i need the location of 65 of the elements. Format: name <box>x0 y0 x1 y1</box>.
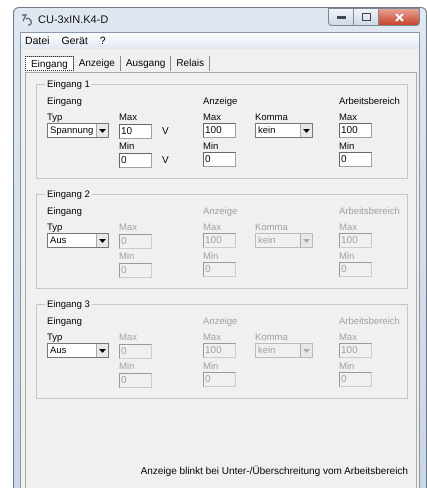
field-label: Komma <box>255 112 289 123</box>
unit-label: V <box>162 154 169 166</box>
section-heading: Arbeitsbereich <box>339 206 401 216</box>
minimize-icon <box>336 16 346 18</box>
type-dropdown[interactable]: Spannung <box>47 123 109 138</box>
dropdown-arrow-icon <box>99 348 106 352</box>
close-icon <box>394 12 404 22</box>
section-heading: Eingang <box>47 96 83 106</box>
section-heading: Arbeitsbereich <box>339 316 401 326</box>
section-heading: Arbeitsbereich <box>339 96 401 106</box>
section-heading: Eingang <box>47 206 83 216</box>
field-label: Max <box>203 222 222 233</box>
field-label: Typ <box>47 222 64 233</box>
field-label: Min <box>339 141 356 152</box>
dropdown-arrow-icon <box>303 348 310 352</box>
section-heading: Eingang <box>47 316 83 326</box>
decimal-dropdown[interactable]: kein <box>255 123 313 138</box>
group-title: Eingang 2 <box>46 189 91 200</box>
dropdown-arrow-icon <box>99 238 106 242</box>
close-button[interactable] <box>378 8 420 26</box>
unit-label: V <box>162 126 169 136</box>
section-heading: Anzeige <box>203 206 238 216</box>
input-field[interactable]: 0 <box>339 152 372 167</box>
field-label: Min <box>339 251 356 262</box>
field-label: Min <box>203 361 220 372</box>
group-title: Eingang 3 <box>46 299 91 310</box>
input-field[interactable]: 100 <box>339 123 372 138</box>
field-label: Min <box>339 361 356 372</box>
field-label: Max <box>203 332 222 343</box>
tab[interactable]: Eingang <box>25 56 74 71</box>
field-label: Typ <box>47 112 64 123</box>
field-label: Typ <box>47 332 64 343</box>
window-title: CU-3xIN.K4-D <box>38 14 108 26</box>
section-heading: Anzeige <box>203 96 238 106</box>
maximize-icon <box>362 13 370 21</box>
field-label: Max <box>339 332 358 343</box>
dropdown-arrow-icon <box>303 238 310 242</box>
input-field[interactable]: 0 <box>119 152 152 168</box>
menu-item[interactable]: Datei <box>24 35 51 47</box>
field-label: Min <box>203 251 220 262</box>
field-label: Min <box>203 141 220 152</box>
input-field[interactable]: 100 <box>203 123 236 138</box>
field-label: Min <box>119 141 136 152</box>
field-label: Min <box>119 251 136 262</box>
field-label: Max <box>339 112 358 123</box>
field-label: Max <box>203 112 222 123</box>
field-label: Komma <box>255 332 289 343</box>
input-field[interactable]: 10 <box>119 124 152 138</box>
field-label: Max <box>119 112 138 123</box>
field-label: Max <box>119 332 138 343</box>
maximize-button[interactable] <box>353 8 379 26</box>
input-field[interactable]: 0 <box>203 152 236 167</box>
menu-item[interactable]: Gerät <box>60 35 89 47</box>
field-label: Max <box>119 222 138 233</box>
dropdown-arrow-icon <box>99 128 106 132</box>
field-label: Min <box>119 361 136 372</box>
field-label: Komma <box>255 222 289 233</box>
section-heading: Anzeige <box>203 316 238 326</box>
footer-note: Anzeige blinkt bei Unter-/Überschreitung vom Arbeitsbereich <box>140 466 408 477</box>
group-title: Eingang 1 <box>46 79 91 90</box>
minimize-button[interactable] <box>328 8 354 26</box>
menu-item[interactable]: ? <box>98 35 107 47</box>
dropdown-arrow-icon <box>303 128 310 132</box>
field-label: Max <box>339 222 358 233</box>
app-icon <box>20 13 34 27</box>
